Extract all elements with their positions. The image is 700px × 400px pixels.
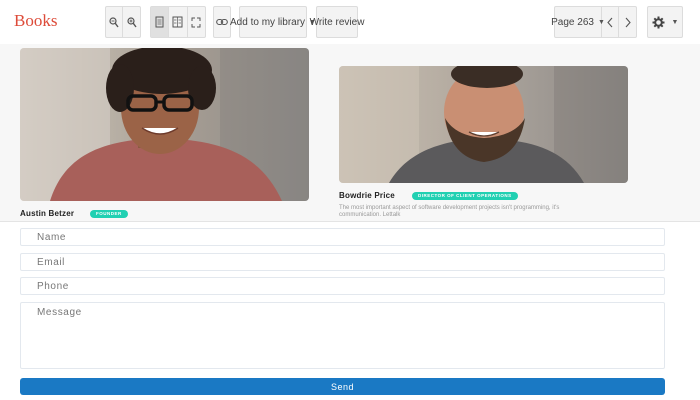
phone-field[interactable]: Phone (20, 277, 665, 295)
fullscreen-button[interactable] (188, 7, 205, 37)
person-portrait-image (339, 66, 628, 183)
zoom-out-icon (109, 16, 119, 27)
add-to-library-button[interactable]: Add to my library ▼ (230, 6, 316, 38)
person-name-bowdrie: Bowdrie Price (339, 191, 395, 200)
person-name-austin: Austin Betzer (20, 209, 75, 218)
view-mode-group (150, 6, 206, 38)
page-select[interactable]: Page 263 ▼ (551, 7, 605, 37)
role-badge-director: DIRECTOR OF CLIENT OPERATIONS (412, 192, 518, 200)
email-field[interactable]: Email (20, 253, 665, 271)
page-number-label: Page 263 (551, 16, 594, 28)
zoom-in-icon (126, 16, 137, 27)
next-page-button[interactable] (619, 7, 636, 37)
message-textarea[interactable]: Message (20, 302, 665, 369)
add-to-library-label: Add to my library (230, 16, 306, 28)
single-page-icon (155, 16, 164, 28)
name-field[interactable]: Name (20, 228, 665, 246)
chevron-right-icon (625, 17, 631, 27)
book-page-viewer: Austin Betzer FOUNDER Bowdrie Price DIRE… (0, 44, 700, 222)
page-nav-group: Page 263 ▼ (551, 6, 637, 38)
text-view-icon (172, 16, 183, 28)
person-bio-bowdrie: The most important aspect of software de… (339, 205, 560, 218)
message-placeholder: Message (37, 307, 82, 318)
books-toolbar: Books Add to my library ▼ Write review P… (0, 0, 700, 44)
previous-page-button[interactable] (602, 7, 620, 37)
chevron-left-icon (607, 17, 613, 27)
link-button[interactable] (213, 6, 231, 38)
settings-caret-icon: ▼ (671, 18, 679, 26)
write-review-button[interactable]: Write review (310, 6, 364, 38)
role-badge-founder: FOUNDER (90, 210, 128, 218)
gear-icon (652, 16, 665, 28)
zoom-group (105, 6, 141, 38)
person-portrait-image (20, 48, 309, 201)
zoom-in-button[interactable] (123, 7, 140, 37)
books-logo[interactable]: Books (14, 11, 57, 31)
email-placeholder: Email (37, 257, 66, 268)
link-icon (216, 18, 228, 26)
two-page-view-button[interactable] (169, 7, 188, 37)
person-photo-bowdrie (339, 66, 628, 183)
name-placeholder: Name (37, 232, 67, 243)
single-page-view-button[interactable] (151, 7, 170, 37)
write-review-label: Write review (309, 16, 365, 28)
send-button[interactable]: Send (20, 378, 665, 395)
person-photo-austin (20, 48, 309, 201)
phone-placeholder: Phone (37, 281, 69, 292)
settings-button[interactable]: ▼ (647, 6, 683, 38)
app-root: Books Add to my library ▼ Write review P… (0, 0, 700, 400)
fullscreen-icon (191, 17, 201, 27)
zoom-out-button[interactable] (106, 7, 124, 37)
